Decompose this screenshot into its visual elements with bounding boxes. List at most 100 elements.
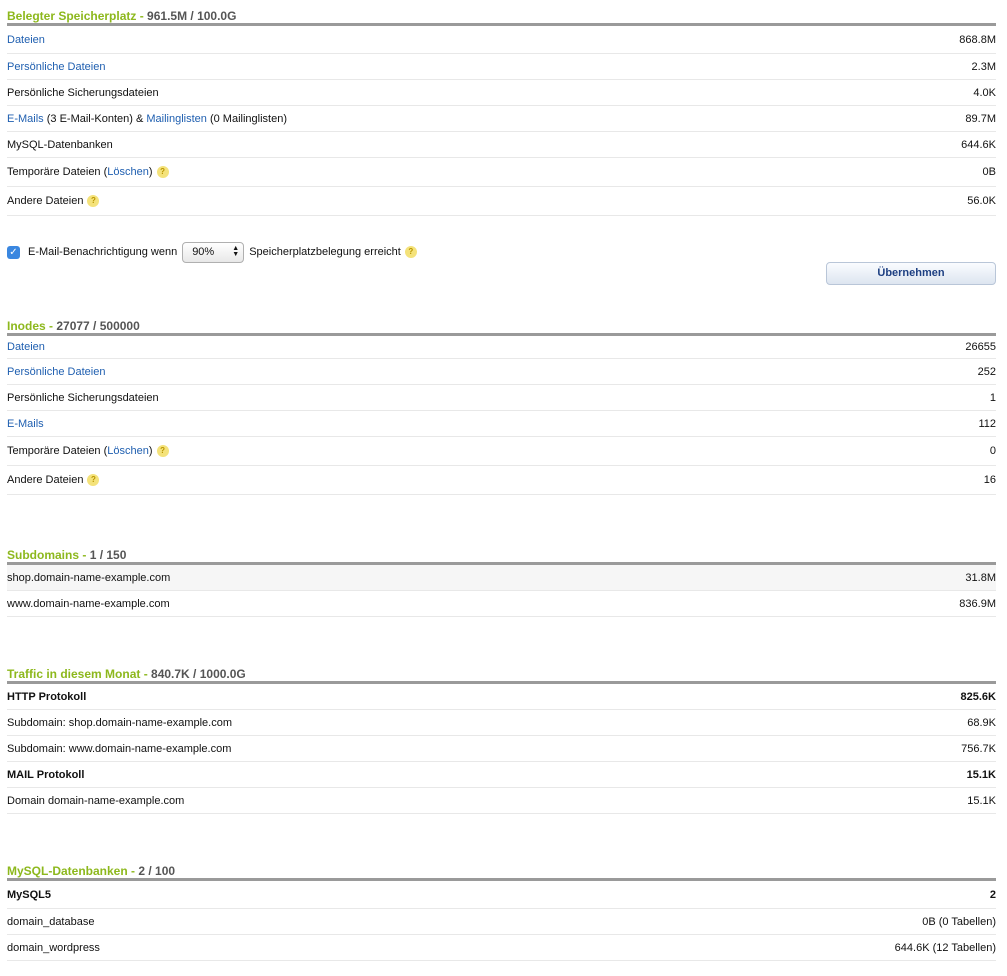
inodes-backup-label: Persönliche Sicherungsdateien	[7, 391, 159, 404]
help-icon[interactable]: ?	[156, 166, 169, 179]
inodes-row-other: Andere Dateien? 16	[7, 466, 996, 495]
traffic-label: HTTP Protokoll	[7, 690, 87, 703]
notification-checkbox[interactable]: ✓	[7, 245, 20, 259]
traffic-total: 840.7K / 1000.0G	[151, 667, 246, 681]
storage-row-backup: Persönliche Sicherungsdateien 4.0K	[7, 80, 996, 106]
apply-button[interactable]: Übernehmen	[826, 262, 996, 285]
traffic-row: Subdomain: www.domain-name-example.com 7…	[7, 736, 996, 762]
mysql-total: 2 / 100	[138, 864, 176, 878]
help-icon[interactable]: ?	[404, 246, 417, 258]
storage-other-label: Andere Dateien?	[7, 195, 100, 208]
mysql-label: domain_wordpress	[7, 941, 100, 954]
traffic-title: Traffic in diesem Monat - 840.7K / 1000.…	[7, 664, 996, 684]
traffic-value: 68.9K	[967, 716, 996, 729]
traffic-value: 15.1K	[967, 794, 996, 807]
inodes-temp-label: Temporäre Dateien (Löschen)?	[7, 445, 169, 458]
inodes-row-personal: Persönliche Dateien 252	[7, 359, 996, 385]
storage-temp-value: 0B	[982, 166, 996, 178]
storage-mysql-label: MySQL-Datenbanken	[7, 138, 113, 151]
inodes-backup-value: 1	[989, 391, 996, 404]
traffic-row: MAIL Protokoll 15.1K	[7, 762, 996, 788]
mysql-value: 644.6K (12 Tabellen)	[894, 941, 996, 954]
traffic-value: 15.1K	[966, 768, 996, 781]
inodes-row-files: Dateien 26655	[7, 336, 996, 359]
notification-label-after: Speicherplatzbelegung erreicht	[249, 246, 401, 258]
inodes-row-backup: Persönliche Sicherungsdateien 1	[7, 385, 996, 411]
subdomain-row: shop.domain-name-example.com 31.8M	[7, 565, 996, 591]
subdomain-name: shop.domain-name-example.com	[7, 571, 171, 584]
inodes-email-link[interactable]: E-Mails	[7, 418, 44, 430]
storage-personal-link[interactable]: Persönliche Dateien	[7, 61, 105, 73]
inodes-temp-value: 0	[989, 445, 996, 457]
subdomains-title: Subdomains - 1 / 150	[7, 545, 996, 565]
subdomain-name: www.domain-name-example.com	[7, 597, 170, 610]
inodes-files-link[interactable]: Dateien	[7, 341, 45, 353]
inodes-row-temp: Temporäre Dateien (Löschen)? 0	[7, 437, 996, 466]
inodes-temp-delete-link[interactable]: Löschen	[107, 445, 149, 457]
storage-email-label: E-Mails (3 E-Mail-Konten) & Mailingliste…	[7, 112, 287, 125]
storage-personal-value: 2.3M	[971, 60, 996, 73]
help-icon[interactable]: ?	[87, 474, 100, 487]
storage-section: Belegter Speicherplatz - 961.5M / 100.0G…	[7, 6, 996, 216]
storage-row-temp: Temporäre Dateien (Löschen)? 0B	[7, 158, 996, 187]
storage-temp-label: Temporäre Dateien (Löschen)?	[7, 166, 169, 179]
mysql-value: 2	[989, 888, 996, 901]
storage-row-email: E-Mails (3 E-Mail-Konten) & Mailingliste…	[7, 106, 996, 132]
traffic-label: Subdomain: shop.domain-name-example.com	[7, 716, 233, 729]
subdomains-total: 1 / 150	[89, 548, 127, 562]
traffic-label: Domain domain-name-example.com	[7, 794, 185, 807]
inodes-section: Inodes - 27077 / 500000 Dateien 26655 Pe…	[7, 316, 996, 495]
mysql-label: MySQL5	[7, 888, 52, 901]
inodes-personal-value: 252	[977, 365, 996, 378]
help-icon[interactable]: ?	[156, 445, 169, 458]
mysql-row: domain_wordpress 644.6K (12 Tabellen)	[7, 935, 996, 961]
traffic-row: HTTP Protokoll 825.6K	[7, 684, 996, 710]
mysql-section: MySQL-Datenbanken - 2 / 100 MySQL5 2 dom…	[7, 861, 996, 961]
storage-row-other: Andere Dateien? 56.0K	[7, 187, 996, 216]
traffic-value: 756.7K	[961, 742, 996, 755]
storage-temp-delete-link[interactable]: Löschen	[107, 166, 149, 178]
subdomains-section: Subdomains - 1 / 150 shop.domain-name-ex…	[7, 545, 996, 617]
storage-email-link[interactable]: E-Mails	[7, 113, 44, 125]
mysql-row: domain_database 0B (0 Tabellen)	[7, 909, 996, 935]
storage-email-value: 89.7M	[965, 112, 996, 125]
inodes-other-value: 16	[983, 474, 996, 486]
storage-row-personal: Persönliche Dateien 2.3M	[7, 54, 996, 80]
subdomain-size: 31.8M	[965, 571, 996, 584]
inodes-files-value: 26655	[965, 341, 996, 353]
storage-files-value: 868.8M	[959, 33, 996, 46]
threshold-select[interactable]: 90% ▲ ▼	[182, 241, 245, 263]
storage-title: Belegter Speicherplatz - 961.5M / 100.0G	[7, 6, 996, 26]
traffic-label: Subdomain: www.domain-name-example.com	[7, 742, 232, 755]
mysql-value: 0B (0 Tabellen)	[922, 915, 996, 928]
inodes-email-value: 112	[978, 417, 996, 430]
storage-files-link[interactable]: Dateien	[7, 34, 45, 46]
mysql-label: domain_database	[7, 915, 95, 928]
storage-row-mysql: MySQL-Datenbanken 644.6K	[7, 132, 996, 158]
select-arrows-icon: ▲ ▼	[232, 245, 240, 258]
storage-backup-label: Persönliche Sicherungsdateien	[7, 86, 159, 99]
mysql-title: MySQL-Datenbanken - 2 / 100	[7, 861, 996, 881]
email-notification-setting: ✓ E-Mail-Benachrichtigung wenn 90% ▲ ▼ Sp…	[7, 240, 417, 264]
storage-mailinglist-link[interactable]: Mailinglisten	[146, 113, 207, 125]
traffic-section: Traffic in diesem Monat - 840.7K / 1000.…	[7, 664, 996, 814]
subdomain-size: 836.9M	[959, 597, 996, 610]
storage-backup-value: 4.0K	[973, 86, 996, 99]
subdomain-row: www.domain-name-example.com 836.9M	[7, 591, 996, 617]
traffic-value: 825.6K	[960, 690, 996, 703]
storage-mysql-value: 644.6K	[961, 138, 996, 151]
inodes-row-email: E-Mails 112	[7, 411, 996, 437]
notification-label-before: E-Mail-Benachrichtigung wenn	[28, 246, 178, 258]
help-icon[interactable]: ?	[87, 195, 100, 208]
threshold-select-value: 90%	[192, 246, 215, 258]
inodes-total: 27077 / 500000	[56, 319, 140, 333]
storage-total: 961.5M / 100.0G	[147, 9, 237, 23]
storage-other-value: 56.0K	[967, 195, 996, 207]
storage-row-files: Dateien 868.8M	[7, 26, 996, 54]
inodes-title: Inodes - 27077 / 500000	[7, 316, 996, 336]
inodes-personal-link[interactable]: Persönliche Dateien	[7, 366, 105, 378]
traffic-label: MAIL Protokoll	[7, 768, 85, 781]
inodes-other-label: Andere Dateien?	[7, 474, 100, 487]
traffic-row: Subdomain: shop.domain-name-example.com …	[7, 710, 996, 736]
mysql-row: MySQL5 2	[7, 881, 996, 909]
